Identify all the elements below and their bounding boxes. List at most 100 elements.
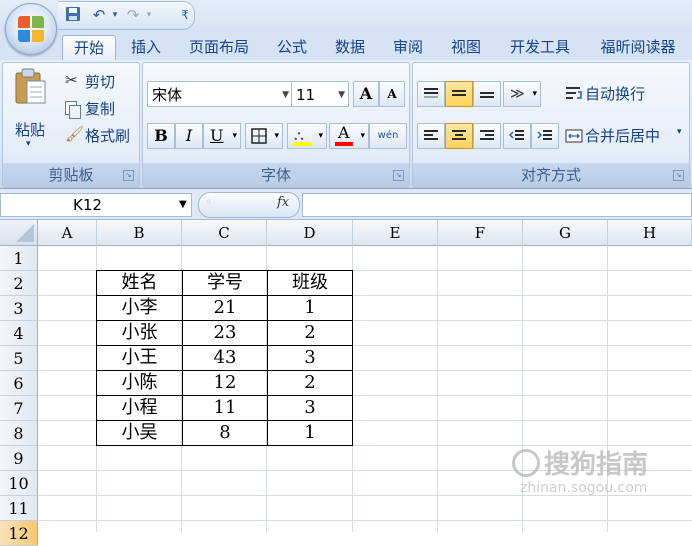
bold-button[interactable]: B xyxy=(147,123,175,149)
table-cell-name[interactable]: 小李 xyxy=(97,296,183,321)
chevron-down-icon: ▾ xyxy=(318,131,323,141)
align-center-button[interactable] xyxy=(445,123,473,149)
tab-view[interactable]: 视图 xyxy=(444,35,488,60)
grow-font-button[interactable]: A xyxy=(353,81,379,107)
clipboard-dialog-launcher-icon[interactable]: ↘ xyxy=(123,170,134,181)
fill-color-button[interactable]: ⛬ ▾ xyxy=(287,123,327,149)
format-painter-button[interactable]: 🖌 格式刷 xyxy=(63,125,137,147)
column-header-b[interactable]: B xyxy=(97,220,182,246)
tab-foxit-reader[interactable]: 福昕阅读器 xyxy=(592,35,684,60)
name-box[interactable]: K12 ▼ xyxy=(0,193,192,217)
table-cell-class[interactable]: 2 xyxy=(268,321,353,346)
increase-indent-button[interactable] xyxy=(531,123,559,149)
copy-button[interactable]: 复制 xyxy=(63,98,137,120)
table-cell-class[interactable]: 1 xyxy=(268,296,353,321)
table-cell-class[interactable]: 2 xyxy=(268,371,353,396)
top-align-button[interactable] xyxy=(417,81,445,107)
table-cell-id[interactable]: 12 xyxy=(183,371,268,396)
table-header-cell[interactable]: 学号 xyxy=(183,271,268,296)
row-header-8[interactable]: 8 xyxy=(0,421,38,446)
column-header-c[interactable]: C xyxy=(182,220,267,246)
row-header-7[interactable]: 7 xyxy=(0,396,38,421)
data-table: 姓名 学号 班级 小李 21 1 小张 23 2 小王 43 3 小陈 12 2… xyxy=(96,270,353,446)
table-cell-id[interactable]: 11 xyxy=(183,396,268,421)
tab-review[interactable]: 审阅 xyxy=(386,35,430,60)
table-header-cell[interactable]: 姓名 xyxy=(97,271,183,296)
row-header-11[interactable]: 11 xyxy=(0,496,38,521)
row-header-12[interactable]: 12 xyxy=(0,521,38,546)
table-cell-class[interactable]: 3 xyxy=(268,346,353,371)
orientation-button[interactable]: ≫ ▾ xyxy=(503,81,541,107)
table-cell-name[interactable]: 小程 xyxy=(97,396,183,421)
tab-formulas[interactable]: 公式 xyxy=(270,35,314,60)
table-cell-name[interactable]: 小张 xyxy=(97,321,183,346)
customize-icon[interactable]: ₹ xyxy=(176,6,194,24)
redo-dropdown-icon[interactable]: ▾ xyxy=(140,6,158,24)
align-right-button[interactable] xyxy=(473,123,501,149)
row-header-2[interactable]: 2 xyxy=(0,271,38,296)
chevron-down-icon[interactable]: ▼ xyxy=(179,194,187,216)
table-cell-name[interactable]: 小陈 xyxy=(97,371,183,396)
bottom-align-button[interactable] xyxy=(473,81,501,107)
font-name-select[interactable]: 宋体 ▼ xyxy=(147,81,293,107)
copy-label: 复制 xyxy=(85,100,116,118)
chevron-down-icon: ▾ xyxy=(232,131,237,141)
tab-developer[interactable]: 开发工具 xyxy=(502,35,578,60)
row-header-10[interactable]: 10 xyxy=(0,471,38,496)
merge-center-button[interactable]: 合并后居中 ▾ xyxy=(563,123,687,149)
align-left-button[interactable] xyxy=(417,123,445,149)
shrink-font-icon: A xyxy=(387,87,397,101)
table-cell-class[interactable]: 3 xyxy=(268,396,353,421)
tab-insert[interactable]: 插入 xyxy=(124,35,168,60)
cut-button[interactable]: ✂ 剪切 xyxy=(63,71,137,93)
expand-handle-icon[interactable]: ◦ xyxy=(205,195,212,209)
font-color-button[interactable]: A ▾ xyxy=(329,123,369,149)
table-header-cell[interactable]: 班级 xyxy=(268,271,353,296)
borders-button[interactable]: ▾ xyxy=(245,123,283,149)
font-size-select[interactable]: 11 ▼ xyxy=(291,81,349,107)
table-cell-name[interactable]: 小王 xyxy=(97,346,183,371)
align-top-icon xyxy=(424,88,438,98)
table-cell-id[interactable]: 21 xyxy=(183,296,268,321)
table-cell-id[interactable]: 23 xyxy=(183,321,268,346)
tab-data[interactable]: 数据 xyxy=(328,35,372,60)
underline-button[interactable]: U ▾ xyxy=(203,123,241,149)
row-header-3[interactable]: 3 xyxy=(0,296,38,321)
decrease-indent-icon xyxy=(508,130,524,140)
phonetic-guide-button[interactable]: wén xyxy=(369,123,407,149)
formula-input[interactable] xyxy=(302,193,692,217)
alignment-dialog-launcher-icon[interactable]: ↘ xyxy=(673,170,684,181)
row-header-5[interactable]: 5 xyxy=(0,346,38,371)
table-cell-class[interactable]: 1 xyxy=(268,421,353,446)
column-header-e[interactable]: E xyxy=(353,220,438,246)
italic-button[interactable]: I xyxy=(175,123,203,149)
insert-function-icon[interactable]: fx xyxy=(277,195,289,210)
column-header-g[interactable]: G xyxy=(523,220,608,246)
row-header-9[interactable]: 9 xyxy=(0,446,38,471)
watermark-text: 搜狗指南 xyxy=(544,450,649,480)
column-header-f[interactable]: F xyxy=(438,220,523,246)
table-cell-name[interactable]: 小吴 xyxy=(97,421,183,446)
row-header-1[interactable]: 1 xyxy=(0,246,38,271)
font-dialog-launcher-icon[interactable]: ↘ xyxy=(393,170,404,181)
column-header-h[interactable]: H xyxy=(608,220,692,246)
row-header-6[interactable]: 6 xyxy=(0,371,38,396)
table-cell-id[interactable]: 43 xyxy=(183,346,268,371)
tab-page-layout[interactable]: 页面布局 xyxy=(182,35,256,60)
paste-button[interactable]: 粘贴 ▾ xyxy=(9,67,51,157)
office-button[interactable] xyxy=(5,3,57,55)
row-header-4[interactable]: 4 xyxy=(0,321,38,346)
shrink-font-button[interactable]: A xyxy=(379,81,405,107)
table-cell-id[interactable]: 8 xyxy=(183,421,268,446)
tab-home[interactable]: 开始 xyxy=(62,35,116,61)
select-all-corner[interactable] xyxy=(0,220,38,246)
chevron-down-icon: ▾ xyxy=(360,131,365,141)
decrease-indent-button[interactable] xyxy=(503,123,531,149)
save-icon[interactable] xyxy=(64,6,82,24)
undo-dropdown-icon[interactable]: ▾ xyxy=(106,6,124,24)
wrap-text-button[interactable]: 自动换行 xyxy=(563,81,683,107)
column-header-d[interactable]: D xyxy=(267,220,353,246)
middle-align-button[interactable] xyxy=(445,81,473,107)
watermark: 搜狗指南 xyxy=(512,444,648,481)
column-header-a[interactable]: A xyxy=(38,220,97,246)
